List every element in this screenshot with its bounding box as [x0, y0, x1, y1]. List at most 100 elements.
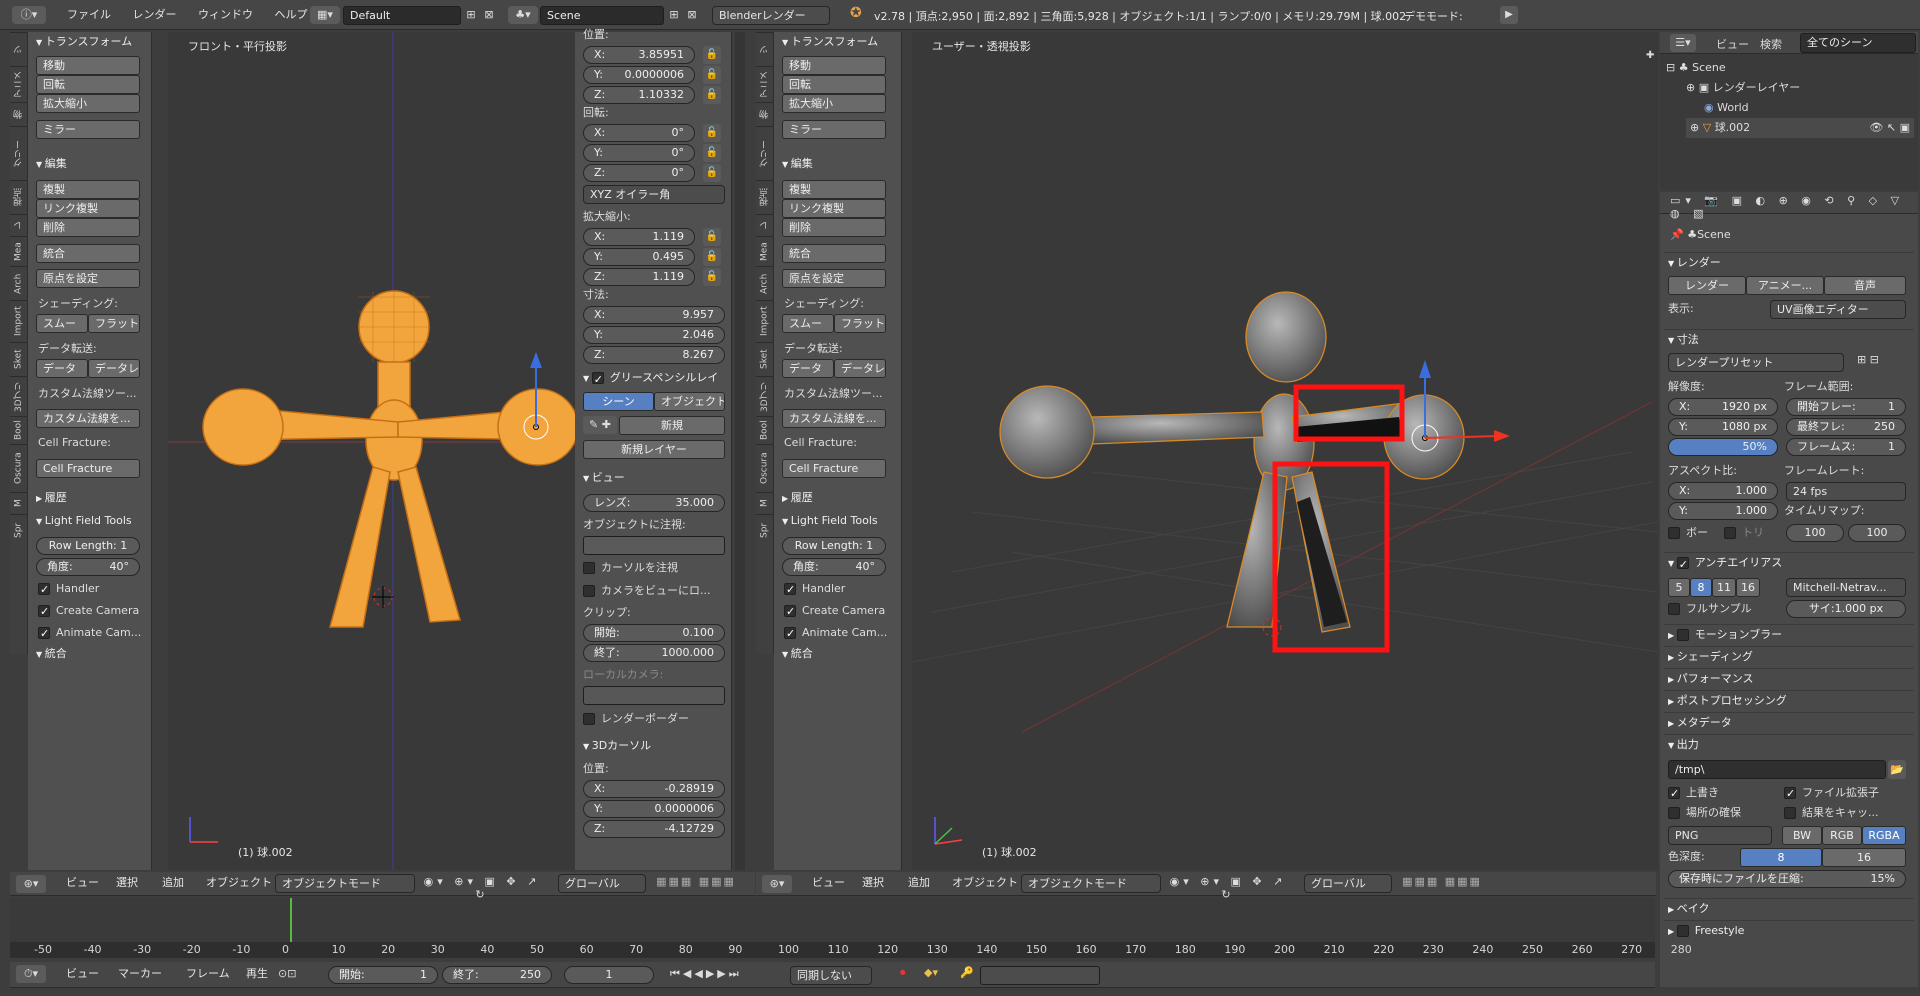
tool-tab-12[interactable]: Oscura: [10, 444, 27, 492]
scene-name-field[interactable]: Scene: [540, 6, 664, 25]
section-transform[interactable]: トランスフォーム: [32, 32, 148, 52]
section-history-right[interactable]: 履歴: [778, 488, 894, 508]
tool-tab-6[interactable]: Mea: [10, 236, 27, 266]
data-transfer-left-button[interactable]: データ: [36, 359, 88, 378]
aspect-y-field[interactable]: Y: 1.000: [1668, 502, 1778, 520]
tool-tab-1[interactable]: アニメ: [756, 66, 773, 102]
linked-duplicate-button[interactable]: リンク複製: [36, 199, 140, 218]
cell-fracture-button[interactable]: Cell Fracture: [36, 459, 140, 478]
lock-cursor-checkbox[interactable]: カーソルを注視: [583, 559, 728, 577]
rotate-button[interactable]: 回転: [36, 75, 140, 94]
linked-duplicate-button-right[interactable]: リンク複製: [782, 199, 886, 218]
object-menu[interactable]: オブジェクト: [198, 872, 280, 894]
tool-tab-8[interactable]: Import: [756, 300, 773, 342]
file-format-select[interactable]: PNG: [1668, 826, 1772, 845]
location-field-2[interactable]: Z: 1.10332: [583, 86, 695, 104]
scale-field-lock-icon[interactable]: 🔓: [703, 268, 721, 286]
add-layout-icon[interactable]: ⊞: [463, 6, 479, 24]
tool-tab-3[interactable]: グリー: [10, 126, 27, 180]
section-history[interactable]: 履歴: [32, 488, 148, 508]
scale-field-lock-icon[interactable]: 🔓: [703, 248, 721, 266]
section-shading[interactable]: シェーディング: [1664, 646, 1914, 666]
sync-mode-select[interactable]: 同期しない: [790, 966, 872, 985]
split-area-icon[interactable]: ✚: [1646, 50, 1654, 61]
props-scrollbar[interactable]: [735, 32, 745, 870]
duplicate-button[interactable]: 複製: [36, 180, 140, 199]
data-transfer-right-button-right[interactable]: データレ: [834, 359, 886, 378]
folder-icon[interactable]: 📂: [1888, 760, 1906, 779]
location-field-0[interactable]: X: 3.85951: [583, 46, 695, 64]
section-antialiasing[interactable]: アンチエイリアス: [1664, 552, 1914, 575]
view-menu-right[interactable]: ビュー: [804, 872, 853, 894]
render-engine-select[interactable]: Blenderレンダー: [712, 6, 830, 25]
grease-scene-button[interactable]: シーン: [583, 392, 654, 411]
start-frame-field[interactable]: 開始: 1: [328, 966, 438, 984]
file-extensions-checkbox[interactable]: ファイル拡張子: [1784, 784, 1904, 802]
timeline-area[interactable]: -50 -40 -30 -20 -10 0 10 20 30 40 50 60 70 80 90 100 110…: [10, 898, 1692, 958]
section-edit-right[interactable]: 編集: [778, 154, 894, 174]
cell-fracture-button-right[interactable]: Cell Fracture: [782, 459, 886, 478]
clip-start-field[interactable]: 開始: 0.100: [583, 624, 725, 642]
render-audio-button[interactable]: 音声: [1824, 276, 1906, 295]
orientation-select-right[interactable]: グローバル: [1304, 874, 1392, 893]
scale-field-1[interactable]: Y: 0.495: [583, 248, 695, 266]
section-dimensions[interactable]: 寸法: [1664, 329, 1914, 349]
rotation-mode-select[interactable]: XYZ オイラー角: [583, 185, 725, 204]
outliner-item-scene[interactable]: ⊟ ♣ Scene: [1666, 58, 1726, 78]
data-transfer-left-button-right[interactable]: データ: [782, 359, 834, 378]
section-render[interactable]: レンダー: [1664, 252, 1914, 272]
menu-help[interactable]: ヘルプ: [266, 0, 317, 30]
viewport-front-ortho[interactable]: フロント・平行投影 (1) 球.002: [168, 32, 578, 870]
tool-tab-14[interactable]: Spr: [10, 514, 27, 546]
timeline-editor-icon[interactable]: ⏱▾: [16, 965, 46, 983]
orientation-select[interactable]: グローバル: [558, 874, 646, 893]
section-freestyle[interactable]: Freestyle: [1664, 920, 1914, 940]
grease-new-button[interactable]: 新規: [619, 416, 725, 435]
menu-window[interactable]: ウィンドウ: [189, 0, 262, 30]
section-motion-blur-checkbox[interactable]: [1676, 629, 1689, 641]
lock-camera-checkbox[interactable]: カメラをビューにロ...: [583, 582, 728, 600]
tool-tab-11[interactable]: Bool: [756, 416, 773, 444]
handler-checkbox[interactable]: Handler: [38, 580, 150, 598]
lock-object-field[interactable]: [583, 536, 725, 555]
tool-tab-1[interactable]: アニメ: [10, 66, 27, 102]
outliner-editor-icon[interactable]: ☰▾: [1670, 34, 1696, 52]
grease-object-button[interactable]: オブジェクト: [654, 392, 725, 411]
play-icon[interactable]: ▶: [1500, 6, 1518, 24]
tool-tab-13[interactable]: M: [10, 492, 27, 514]
aa-16-button[interactable]: 16: [1736, 578, 1760, 597]
depth-8-button[interactable]: 8: [1740, 848, 1822, 867]
tool-tab-11[interactable]: Bool: [10, 416, 27, 444]
location-field-1[interactable]: Y: 0.0000006: [583, 66, 695, 84]
color-rgb-button[interactable]: RGB: [1822, 826, 1862, 845]
placeholders-checkbox[interactable]: 場所の確保: [1668, 804, 1788, 822]
scale-field-lock-icon[interactable]: 🔓: [703, 228, 721, 246]
section-edit[interactable]: 編集: [32, 154, 148, 174]
rotate-button-right[interactable]: 回転: [782, 75, 886, 94]
end-frame-field[interactable]: 終了: 250: [442, 966, 552, 984]
move-button-right[interactable]: 移動: [782, 56, 886, 75]
display-select[interactable]: UV画像エディター: [1770, 300, 1906, 319]
scale-field-0[interactable]: X: 1.119: [583, 228, 695, 246]
output-path-field[interactable]: /tmp\: [1668, 760, 1886, 779]
angle-field-right[interactable]: 角度: 40°: [782, 558, 886, 576]
layout-name-field[interactable]: Default: [343, 6, 461, 25]
outliner-item-world[interactable]: ◉ World: [1704, 98, 1749, 118]
add-scene-icon[interactable]: ⊞: [666, 6, 682, 24]
section-performance[interactable]: パフォーマンス: [1664, 668, 1914, 688]
tool-tab-7[interactable]: Arch: [756, 266, 773, 300]
tool-tab-9[interactable]: Sket: [10, 342, 27, 376]
tool-tab-2[interactable]: 物: [10, 102, 27, 126]
section-join[interactable]: 統合: [32, 644, 148, 664]
overwrite-checkbox[interactable]: 上書き: [1668, 784, 1788, 802]
outliner-view-menu[interactable]: ビュー: [1716, 36, 1749, 52]
record-icon[interactable]: ⏺: [900, 966, 906, 980]
render-preset-select[interactable]: レンダープリセット: [1668, 353, 1844, 372]
keying-set-icon[interactable]: 🔑: [960, 966, 974, 979]
custom-normal-button[interactable]: カスタム法線を...: [36, 409, 140, 428]
section-freestyle-checkbox[interactable]: [1676, 925, 1689, 937]
pin-icon[interactable]: 📌 ♣: [1670, 226, 1697, 244]
join-button-right[interactable]: 統合: [782, 244, 886, 263]
set-origin-button[interactable]: 原点を設定: [36, 269, 140, 288]
handler-checkbox-right[interactable]: Handler: [784, 580, 896, 598]
